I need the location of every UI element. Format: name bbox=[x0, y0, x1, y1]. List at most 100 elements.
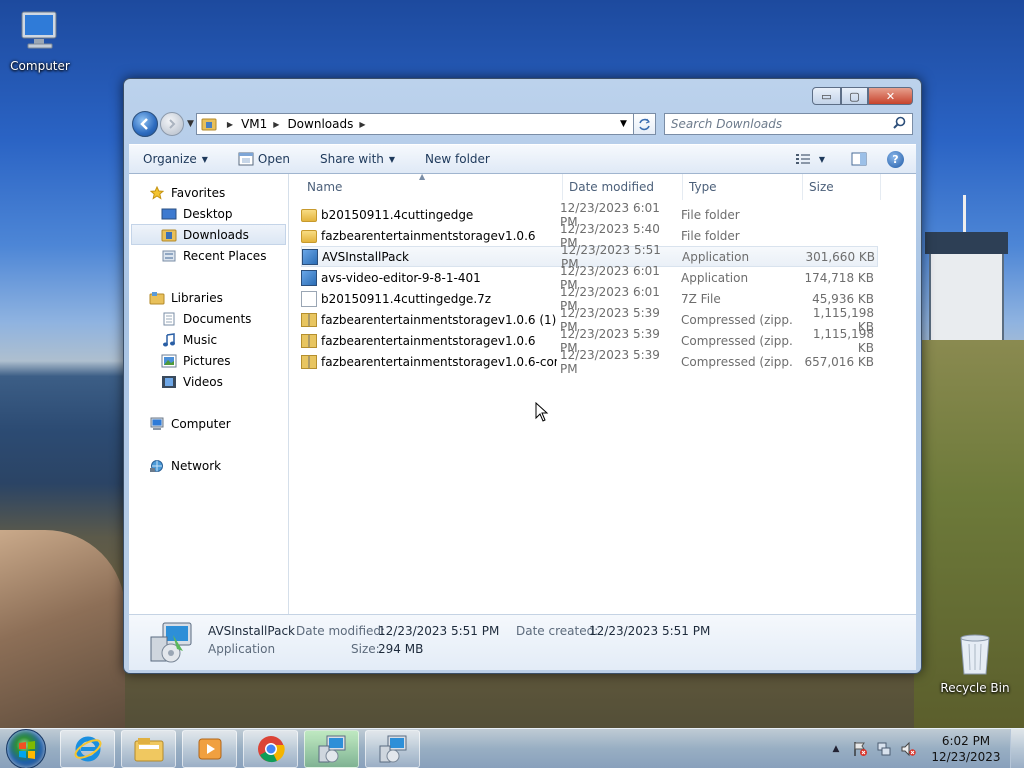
computer-icon bbox=[149, 417, 165, 431]
chevron-down-icon: ▼ bbox=[201, 154, 208, 164]
file-size: 657,016 KB bbox=[804, 354, 874, 369]
details-file-type: Application bbox=[208, 642, 276, 656]
file-type: Application bbox=[682, 249, 750, 264]
installer-icon bbox=[379, 735, 406, 762]
open-button[interactable]: Open bbox=[238, 152, 290, 166]
file-name: fazbearentertainmentstoragev1.0.6 bbox=[321, 333, 536, 348]
file-name: fazbearentertainmentstoragev1.0.6 (1) bbox=[321, 312, 557, 327]
sort-caret-icon: ▲ bbox=[419, 174, 426, 181]
search-input[interactable]: Search Downloads bbox=[663, 113, 913, 135]
arrow-left-icon bbox=[140, 118, 148, 130]
volume-muted-icon[interactable] bbox=[900, 741, 916, 757]
open-label: Open bbox=[257, 152, 290, 166]
videos-icon bbox=[161, 375, 177, 389]
search-icon bbox=[893, 116, 906, 132]
column-header-name[interactable]: ▲ Name bbox=[289, 174, 563, 200]
column-header-type[interactable]: Type bbox=[683, 174, 803, 200]
media-player-icon bbox=[198, 738, 221, 759]
nav-libraries-label: Libraries bbox=[171, 290, 223, 305]
nav-favorites[interactable]: Favorites bbox=[129, 182, 288, 203]
preview-pane-button[interactable] bbox=[851, 152, 867, 166]
breadcrumb-separator[interactable]: ▶ bbox=[227, 120, 233, 129]
file-explorer-icon bbox=[134, 737, 163, 761]
recent-pages-dropdown[interactable]: ▼ bbox=[187, 119, 194, 129]
minimize-button[interactable]: ▭ bbox=[812, 87, 841, 105]
arrow-right-icon bbox=[169, 119, 176, 129]
back-button[interactable] bbox=[132, 111, 158, 137]
folder-icon bbox=[201, 118, 217, 131]
nav-documents-label: Documents bbox=[183, 311, 252, 326]
nav-music[interactable]: Music bbox=[129, 329, 288, 350]
taskbar-chrome[interactable] bbox=[243, 729, 298, 768]
taskbar-file-explorer[interactable] bbox=[121, 729, 176, 768]
file-row[interactable]: fazbearentertainmentstoragev1.0.6-com...… bbox=[301, 348, 878, 376]
refresh-button[interactable] bbox=[633, 113, 656, 135]
organize-button[interactable]: Organize ▼ bbox=[143, 152, 208, 166]
nav-network-label: Network bbox=[171, 458, 222, 473]
downloads-folder-icon bbox=[161, 228, 177, 242]
nav-network[interactable]: Network bbox=[129, 455, 288, 476]
nav-documents[interactable]: Documents bbox=[129, 308, 288, 329]
column-header-date[interactable]: Date modified bbox=[563, 174, 683, 200]
pictures-icon bbox=[161, 354, 177, 368]
details-date-modified-label: Date modified: bbox=[296, 624, 386, 638]
file-list: ▲ Name Date modified Type Size b20150911.… bbox=[289, 174, 916, 614]
nav-videos[interactable]: Videos bbox=[129, 371, 288, 392]
star-icon bbox=[149, 185, 165, 200]
recent-places-icon bbox=[161, 249, 177, 263]
taskbar-media-player[interactable] bbox=[182, 729, 237, 768]
nav-computer[interactable]: Computer bbox=[129, 413, 288, 434]
show-desktop-button[interactable] bbox=[1010, 729, 1024, 768]
address-history-dropdown[interactable]: ▼ bbox=[614, 119, 633, 129]
command-bar: Organize ▼ Open Share with ▼ New folder ▼ … bbox=[129, 144, 916, 174]
breadcrumb-separator[interactable]: ▶ bbox=[359, 120, 365, 129]
installer-icon bbox=[318, 735, 345, 762]
file-type: File folder bbox=[681, 228, 740, 243]
details-size-label: Size: bbox=[351, 642, 380, 656]
action-center-flag-icon[interactable] bbox=[852, 741, 868, 757]
file-type: Compressed (zipp... bbox=[681, 312, 794, 327]
details-date-modified: 12/23/2023 5:51 PM bbox=[378, 624, 500, 638]
breadcrumb-downloads[interactable]: Downloads bbox=[287, 117, 353, 131]
nav-downloads[interactable]: Downloads bbox=[131, 224, 286, 245]
share-with-button[interactable]: Share with ▼ bbox=[320, 152, 395, 166]
zip-file-icon bbox=[301, 333, 317, 348]
column-header-size[interactable]: Size bbox=[803, 174, 881, 200]
breadcrumb-vm1[interactable]: VM1 bbox=[241, 117, 267, 131]
taskbar-internet-explorer[interactable] bbox=[60, 729, 115, 768]
installer-icon bbox=[150, 622, 192, 663]
file-type: Application bbox=[681, 270, 749, 285]
new-folder-label: New folder bbox=[425, 152, 490, 166]
taskbar-installer-active[interactable] bbox=[304, 729, 359, 768]
nav-recent-places[interactable]: Recent Places bbox=[129, 245, 288, 266]
taskbar-installer[interactable] bbox=[365, 729, 420, 768]
documents-icon bbox=[161, 312, 177, 326]
nav-libraries[interactable]: Libraries bbox=[129, 287, 288, 308]
change-view-button[interactable]: ▼ bbox=[795, 153, 825, 165]
file-name-cell: fazbearentertainmentstoragev1.0.6-com... bbox=[301, 354, 557, 369]
new-folder-button[interactable]: New folder bbox=[425, 152, 490, 166]
address-bar[interactable]: ▶ VM1 ▶ Downloads ▶ ▼ bbox=[195, 113, 634, 135]
close-button[interactable]: ✕ bbox=[868, 87, 913, 105]
nav-downloads-label: Downloads bbox=[183, 227, 249, 242]
start-button[interactable] bbox=[6, 728, 46, 768]
network-status-icon[interactable] bbox=[876, 741, 892, 757]
application-icon bbox=[301, 269, 317, 286]
organize-label: Organize bbox=[143, 152, 197, 166]
desktop-icon-recycle-bin[interactable]: Recycle Bin bbox=[935, 632, 1015, 695]
show-hidden-icons-button[interactable]: ▲ bbox=[828, 741, 844, 757]
clock[interactable]: 6:02 PM 12/23/2023 bbox=[926, 733, 1006, 765]
file-name: b20150911.4cuttingedge.7z bbox=[321, 291, 492, 306]
file-type: File folder bbox=[681, 207, 740, 222]
desktop-icon-computer[interactable]: Computer bbox=[0, 8, 80, 73]
maximize-button[interactable]: ▢ bbox=[841, 87, 868, 105]
breadcrumb-separator[interactable]: ▶ bbox=[273, 120, 279, 129]
file-size: 1,115,198 KB bbox=[812, 326, 874, 355]
nav-desktop[interactable]: Desktop bbox=[129, 203, 288, 224]
forward-button[interactable] bbox=[160, 112, 184, 136]
nav-pictures[interactable]: Pictures bbox=[129, 350, 288, 371]
windows-logo-icon bbox=[19, 740, 35, 759]
chevron-down-icon: ▼ bbox=[388, 154, 396, 164]
help-button[interactable]: ? bbox=[887, 150, 904, 168]
open-icon bbox=[238, 152, 254, 166]
